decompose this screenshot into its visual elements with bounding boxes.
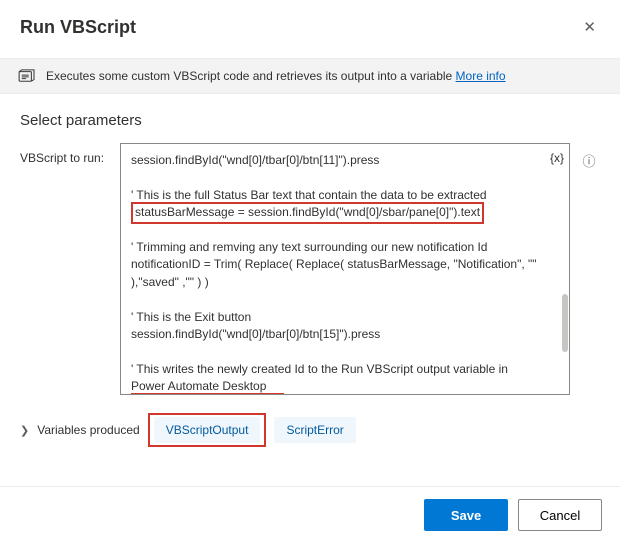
dialog-title: Run VBScript bbox=[20, 17, 136, 38]
close-icon[interactable]: ✕ bbox=[579, 14, 600, 40]
dialog-header: Run VBScript ✕ bbox=[0, 0, 620, 58]
param-row: VBScript to run: session.findById("wnd[0… bbox=[0, 143, 620, 395]
param-label: VBScript to run: bbox=[20, 143, 112, 165]
dialog-footer: Save Cancel bbox=[0, 486, 620, 543]
cancel-button[interactable]: Cancel bbox=[518, 499, 602, 531]
script-icon bbox=[18, 69, 36, 83]
variables-produced-row: ❯ Variables produced VBScriptOutput Scri… bbox=[0, 395, 620, 447]
chevron-right-icon[interactable]: ❯ bbox=[20, 424, 29, 437]
info-icon[interactable]: ⓘ bbox=[578, 143, 600, 170]
highlight-output-chip: VBScriptOutput bbox=[148, 413, 267, 447]
variable-chip-output[interactable]: VBScriptOutput bbox=[154, 417, 261, 443]
highlight-statusbar-line: statusBarMessage = session.findById("wnd… bbox=[131, 202, 484, 223]
save-button[interactable]: Save bbox=[424, 499, 508, 531]
info-bar: Executes some custom VBScript code and r… bbox=[0, 58, 620, 94]
variable-chip-error[interactable]: ScriptError bbox=[274, 417, 355, 443]
info-text: Executes some custom VBScript code and r… bbox=[46, 69, 506, 83]
insert-variable-button[interactable]: {x} bbox=[550, 151, 564, 165]
scrollbar-thumb[interactable] bbox=[562, 294, 568, 352]
highlight-echo-line: WScript.Echo notificationID bbox=[131, 393, 284, 395]
vbscript-editor[interactable]: session.findById("wnd[0]/tbar[0]/btn[11]… bbox=[120, 143, 570, 395]
code-editor-wrap: session.findById("wnd[0]/tbar[0]/btn[11]… bbox=[120, 143, 570, 395]
section-title: Select parameters bbox=[0, 94, 620, 143]
variables-produced-label: Variables produced bbox=[37, 423, 140, 437]
more-info-link[interactable]: More info bbox=[456, 69, 506, 83]
